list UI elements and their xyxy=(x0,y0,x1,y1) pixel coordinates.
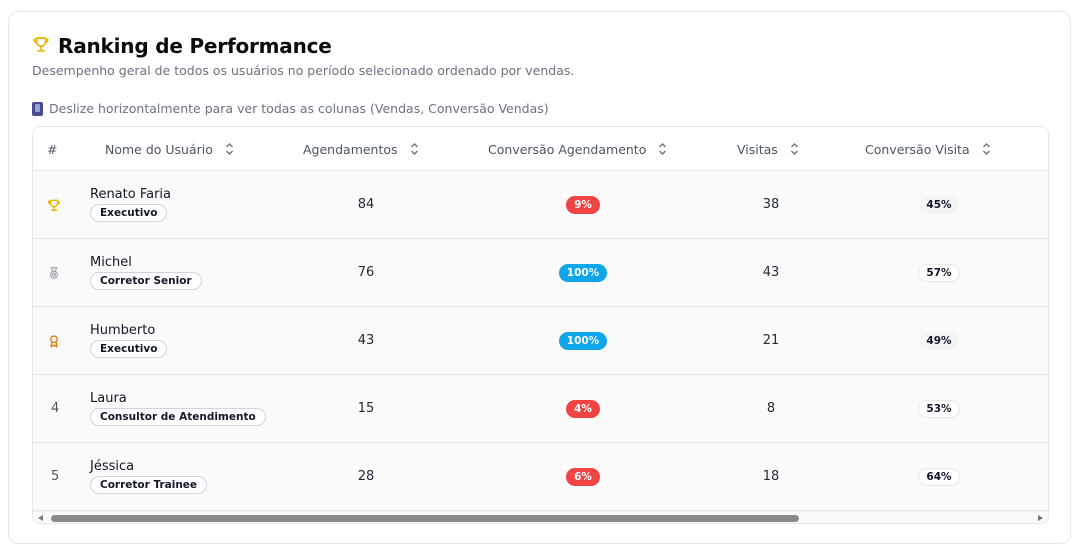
table-header: # Nome do Usuário Agendamentos Conversão… xyxy=(33,127,1048,171)
award-icon xyxy=(50,334,58,347)
name-cell: Jéssica Corretor Trainee xyxy=(90,443,208,510)
ranking-card: Ranking de Performance Desempenho geral … xyxy=(8,11,1071,544)
horizontal-scrollbar[interactable] xyxy=(33,511,1048,523)
conversion-badge: 4% xyxy=(566,399,600,418)
appointments-cell: 84 xyxy=(357,197,375,212)
sort-icon[interactable] xyxy=(410,142,419,156)
appointment-conversion-cell: 9% xyxy=(533,171,633,238)
rank-cell xyxy=(47,307,61,374)
user-name: Humberto xyxy=(90,323,156,338)
role-badge: Executivo xyxy=(90,204,168,222)
visit-conversion-cell: 57% xyxy=(889,239,989,306)
rank-cell: 4 xyxy=(51,375,59,442)
column-appointment-conversion[interactable]: Conversão Agendamento xyxy=(488,127,667,171)
title-row: Ranking de Performance xyxy=(32,34,332,58)
visits-cell: 21 xyxy=(762,333,780,348)
rank-number: 5 xyxy=(51,469,60,484)
column-name[interactable]: Nome do Usuário xyxy=(105,127,234,171)
role-badge: Executivo xyxy=(90,340,168,358)
visit-conversion-cell: 64% xyxy=(889,443,989,510)
phone-icon xyxy=(32,101,43,116)
appointments-cell: 15 xyxy=(357,401,375,416)
appointment-conversion-cell: 6% xyxy=(533,443,633,510)
user-name: Laura xyxy=(90,391,127,406)
visits-cell: 38 xyxy=(762,197,780,212)
appointments-cell: 43 xyxy=(357,333,375,348)
conversion-badge: 100% xyxy=(558,263,608,282)
conversion-badge: 49% xyxy=(919,331,959,350)
visits-cell: 43 xyxy=(762,265,780,280)
column-visit-conversion[interactable]: Conversão Visita xyxy=(865,127,991,171)
conversion-badge: 9% xyxy=(566,195,600,214)
rank-cell xyxy=(47,239,61,306)
page-subtitle: Desempenho geral de todos os usuários no… xyxy=(32,63,575,78)
sort-icon[interactable] xyxy=(790,142,799,156)
visit-conversion-cell: 49% xyxy=(889,307,989,374)
user-name: Michel xyxy=(90,255,132,270)
rank-number: 4 xyxy=(51,401,60,416)
role-badge: Corretor Trainee xyxy=(90,476,208,494)
table-row[interactable]: 5 Jéssica Corretor Trainee 28 6% 18 64% xyxy=(33,443,1048,511)
trophy-icon xyxy=(32,35,50,57)
sort-icon[interactable] xyxy=(982,142,991,156)
appointment-conversion-cell: 4% xyxy=(533,375,633,442)
scrollbar-thumb[interactable] xyxy=(51,515,799,522)
conversion-badge: 100% xyxy=(558,331,608,350)
ranking-table[interactable]: # Nome do Usuário Agendamentos Conversão… xyxy=(32,126,1049,524)
sort-icon[interactable] xyxy=(225,142,234,156)
name-cell: Renato Faria Executivo xyxy=(90,171,171,238)
appointments-cell: 28 xyxy=(357,469,375,484)
table-row[interactable]: Michel Corretor Senior 76 100% 43 57% xyxy=(33,239,1048,307)
column-visits[interactable]: Visitas xyxy=(737,127,799,171)
rank-cell: 5 xyxy=(51,443,59,510)
table-row[interactable]: Renato Faria Executivo 84 9% 38 45% xyxy=(33,171,1048,239)
sort-icon[interactable] xyxy=(658,142,667,156)
visits-cell: 18 xyxy=(762,469,780,484)
scroll-left-arrow-icon[interactable] xyxy=(38,515,43,521)
table-row[interactable]: Humberto Executivo 43 100% 21 49% xyxy=(33,307,1048,375)
name-cell: Laura Consultor de Atendimento xyxy=(90,375,266,442)
user-name: Jéssica xyxy=(90,459,135,474)
visits-cell: 8 xyxy=(766,401,776,416)
rank-cell xyxy=(47,171,61,238)
column-rank: # xyxy=(47,141,58,157)
trophy-icon xyxy=(48,199,60,211)
conversion-badge: 45% xyxy=(919,195,959,214)
scroll-hint-text: Deslize horizontalmente para ver todas a… xyxy=(49,101,549,116)
name-cell: Humberto Executivo xyxy=(90,307,168,374)
role-badge: Consultor de Atendimento xyxy=(90,408,266,426)
conversion-badge: 57% xyxy=(918,263,960,282)
role-badge: Corretor Senior xyxy=(90,272,202,290)
medal-icon xyxy=(49,266,59,279)
visit-conversion-cell: 53% xyxy=(889,375,989,442)
user-name: Renato Faria xyxy=(90,187,172,202)
conversion-badge: 64% xyxy=(918,467,960,486)
page-title: Ranking de Performance xyxy=(58,34,332,58)
appointment-conversion-cell: 100% xyxy=(533,239,633,306)
conversion-badge: 6% xyxy=(566,467,600,486)
visit-conversion-cell: 45% xyxy=(889,171,989,238)
column-appointments[interactable]: Agendamentos xyxy=(303,127,419,171)
table-row[interactable]: 4 Laura Consultor de Atendimento 15 4% 8… xyxy=(33,375,1048,443)
scroll-right-arrow-icon[interactable] xyxy=(1038,515,1043,521)
conversion-badge: 53% xyxy=(918,399,960,418)
appointment-conversion-cell: 100% xyxy=(533,307,633,374)
appointments-cell: 76 xyxy=(357,265,375,280)
scroll-hint: Deslize horizontalmente para ver todas a… xyxy=(32,101,549,116)
name-cell: Michel Corretor Senior xyxy=(90,239,202,306)
